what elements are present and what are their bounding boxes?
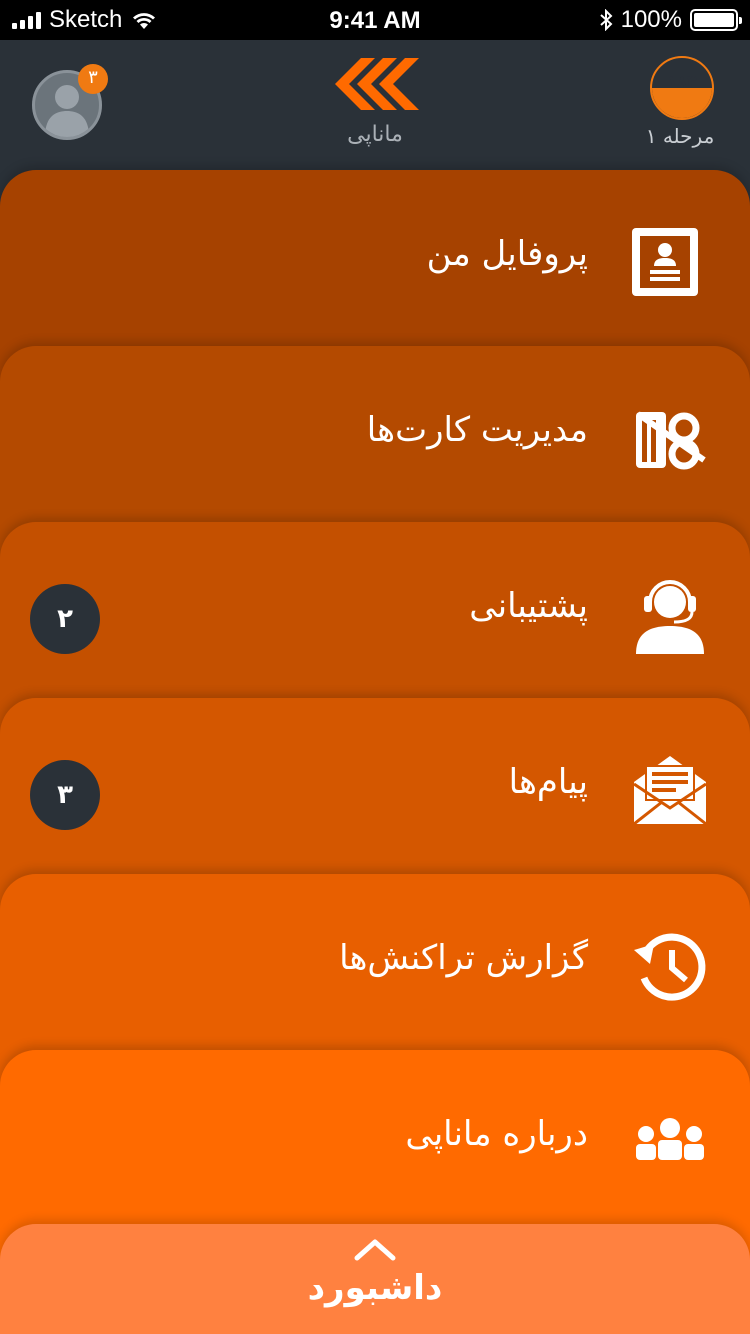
level-progress[interactable]: ۱۸۳: [650, 56, 714, 120]
cards-management-icon: [636, 411, 706, 470]
team-icon: [636, 1118, 704, 1160]
brand-name: ماناپی: [347, 122, 403, 147]
menu-item-label: پیام‌ها: [508, 762, 588, 802]
chevron-up-icon[interactable]: [353, 1236, 397, 1262]
level-label: مرحله ۱: [645, 124, 715, 148]
messages-count-badge: ۳: [30, 760, 100, 830]
menu-item-label: مدیریت کارت‌ها: [366, 410, 588, 450]
notification-badge: ۳: [78, 64, 108, 94]
menu-item-label: گزارش تراکنش‌ها: [339, 938, 588, 978]
profile-card-icon: [632, 228, 698, 296]
battery-icon: [690, 9, 742, 31]
menu-item-label: پروفایل من: [426, 234, 588, 274]
bluetooth-icon: [599, 9, 613, 31]
level-score: ۱۸۳: [667, 72, 697, 91]
status-right: 100%: [599, 6, 742, 34]
menu-item-label: پشتیبانی: [469, 586, 588, 626]
level-progress-fill: [652, 88, 712, 118]
app-header: ۳ ماناپی ۱۸۳ مرحله ۱: [0, 40, 750, 180]
manapay-logo-icon: [335, 58, 419, 110]
menu-item-label: درباره ماناپی: [405, 1114, 588, 1154]
support-count-badge: ۲: [30, 584, 100, 654]
dashboard-bar[interactable]: داشبورد: [0, 1224, 750, 1334]
dashboard-label: داشبورد: [307, 1268, 443, 1308]
envelope-icon: [633, 756, 707, 826]
battery-percent: 100%: [620, 6, 682, 33]
support-headset-icon: [636, 580, 704, 654]
status-bar: Sketch 9:41 AM 100%: [0, 0, 750, 40]
history-clock-icon: [634, 933, 706, 1001]
